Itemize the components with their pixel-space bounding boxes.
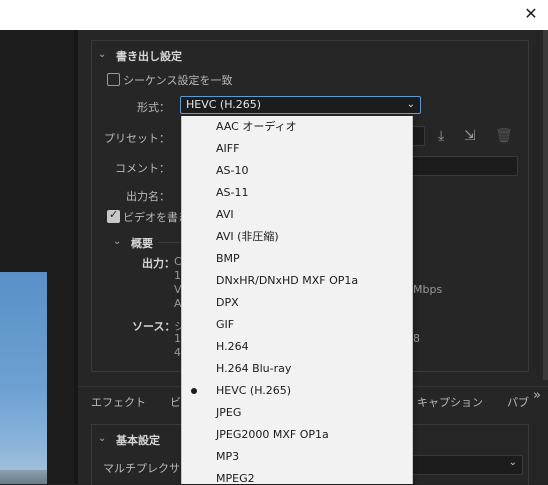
comment-field[interactable]	[411, 156, 518, 176]
tab-effects[interactable]: エフェクト	[91, 394, 146, 410]
chevron-down-icon: ⌄	[508, 457, 517, 468]
save-preset-icon[interactable]: ⤓	[438, 128, 444, 144]
format-option-label: JPEG2000 MXF OP1a	[216, 428, 329, 441]
export-video-label: ビデオを書き	[123, 211, 189, 224]
chevron-down-icon[interactable]: ⌄	[113, 236, 121, 247]
format-option[interactable]: HEVC (H.265)	[182, 380, 412, 402]
chevron-down-icon[interactable]: ⌄	[98, 49, 106, 60]
multiplexer-select[interactable]: ⌄	[411, 455, 523, 475]
format-option-label: HEVC (H.265)	[216, 384, 292, 397]
format-option[interactable]: DPX	[182, 292, 412, 314]
summary-source-line: 1	[174, 332, 181, 345]
preset-select-edge[interactable]	[411, 126, 425, 146]
summary-source-label: ソース：	[132, 320, 176, 333]
format-option-label: MP3	[216, 450, 240, 463]
format-option[interactable]: AVI (非圧縮)	[182, 226, 412, 248]
format-option[interactable]: AS-11	[182, 182, 412, 204]
panel-scrollbar[interactable]	[543, 30, 548, 380]
format-option-label: AS-11	[216, 186, 249, 199]
format-option[interactable]: AAC オーディオ	[182, 116, 412, 138]
preset-label: プリセット：	[104, 132, 170, 145]
summary-divider	[158, 242, 182, 243]
format-option[interactable]: MPEG2	[182, 468, 412, 484]
format-option-label: H.264	[216, 340, 249, 353]
import-preset-icon[interactable]: ⇲	[464, 128, 476, 144]
format-option[interactable]: JPEG	[182, 402, 412, 424]
summary-output-line: 1	[174, 269, 181, 282]
selected-dot-icon	[191, 388, 197, 394]
format-option-label: AVI	[216, 208, 234, 221]
format-option[interactable]: GIF	[182, 314, 412, 336]
summary-output-label: 出力：	[142, 257, 175, 270]
dialog-titlebar: ✕	[0, 0, 548, 30]
chevron-down-icon[interactable]: ⌄	[98, 433, 106, 444]
format-option-label: MPEG2	[216, 472, 255, 484]
summary-source-suffix: 8	[413, 332, 420, 345]
comment-label: コメント：	[115, 162, 170, 175]
chevron-down-icon: ⌄	[406, 99, 415, 110]
format-option-label: AIFF	[216, 142, 240, 155]
format-dropdown-list: AAC オーディオ AIFF AS-10 AS-11 AVI AVI (非圧縮) BMP DN…	[181, 116, 413, 484]
tab-captions[interactable]: キャプション	[417, 394, 483, 410]
format-option-label: AVI (非圧縮)	[216, 230, 279, 243]
multiplexer-label: マルチプレクサー	[103, 462, 191, 475]
summary-title: 概要	[131, 237, 153, 250]
format-option-label: H.264 Blu-ray	[216, 362, 292, 375]
basic-settings-title: 基本設定	[116, 434, 160, 447]
summary-bitrate-suffix: Mbps	[413, 283, 443, 296]
format-option[interactable]: DNxHR/DNxHD MXF OP1a	[182, 270, 412, 292]
format-option-label: AS-10	[216, 164, 249, 177]
format-option[interactable]: MP3	[182, 446, 412, 468]
match-sequence-checkbox[interactable]	[107, 73, 120, 86]
format-option[interactable]: H.264	[182, 336, 412, 358]
export-video-checkbox[interactable]	[107, 208, 120, 223]
format-label: 形式：	[137, 101, 170, 114]
format-option-label: DNxHR/DNxHD MXF OP1a	[216, 274, 359, 287]
export-settings-title: 書き出し設定	[116, 50, 182, 63]
format-option-label: GIF	[216, 318, 235, 331]
match-sequence-label: シーケンス設定を一致	[123, 74, 233, 87]
format-option[interactable]: AS-10	[182, 160, 412, 182]
output-name-label: 出力名：	[126, 190, 170, 203]
format-option[interactable]: AVI	[182, 204, 412, 226]
tab-video[interactable]: ビ	[170, 394, 181, 410]
format-option[interactable]: BMP	[182, 248, 412, 270]
tab-publish[interactable]: パブ	[507, 394, 529, 410]
format-option-label: DPX	[216, 296, 239, 309]
format-option-label: JPEG	[216, 406, 242, 419]
video-preview-frame	[0, 272, 47, 484]
delete-preset-icon[interactable]: 🗑	[495, 128, 513, 144]
close-icon[interactable]: ✕	[522, 5, 540, 23]
format-option[interactable]: JPEG2000 MXF OP1a	[182, 424, 412, 446]
format-option-label: BMP	[216, 252, 240, 265]
format-select[interactable]: HEVC (H.265) ⌄	[180, 96, 421, 114]
summary-source-line: 4	[174, 346, 181, 359]
format-option[interactable]: AIFF	[182, 138, 412, 160]
tabs-overflow-icon[interactable]: »	[533, 388, 541, 403]
format-option-label: AAC オーディオ	[216, 120, 297, 133]
format-select-value: HEVC (H.265)	[186, 98, 262, 111]
format-option[interactable]: H.264 Blu-ray	[182, 358, 412, 380]
